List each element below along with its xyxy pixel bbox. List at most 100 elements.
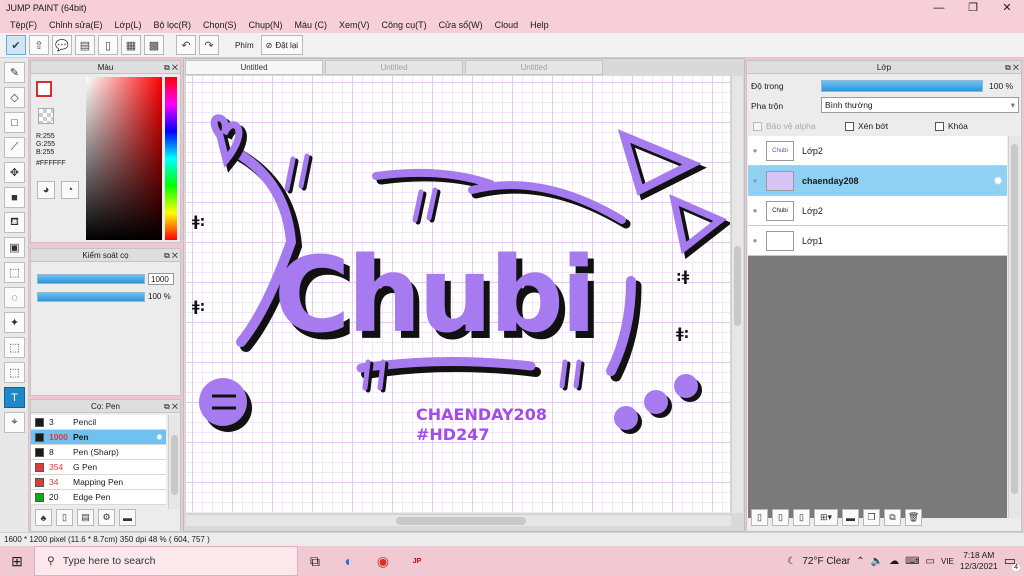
- new-tone-layer-icon[interactable]: ▯: [793, 509, 810, 526]
- comment-icon[interactable]: ▤: [75, 35, 95, 55]
- brush-size-field[interactable]: 1000: [148, 273, 174, 285]
- layer-row-selected[interactable]: ● chaenday208 ✹: [748, 166, 1007, 196]
- brush-size-slider[interactable]: [37, 274, 145, 284]
- panel-controls-icon[interactable]: ⧉ ✕: [164, 61, 178, 74]
- menu-tools[interactable]: Công cụ(T): [376, 20, 433, 30]
- menu-cloud[interactable]: Cloud: [489, 20, 525, 30]
- duplicate-layer-icon[interactable]: ❐: [863, 509, 880, 526]
- move-tool-icon[interactable]: ✥: [4, 162, 25, 183]
- brush-list-scrollbar[interactable]: [168, 415, 180, 509]
- keyboard-icon[interactable]: ⌨: [905, 556, 919, 567]
- protect-alpha-checkbox[interactable]: Bảo vệ alpha: [753, 121, 816, 131]
- undo-icon[interactable]: ↶: [176, 35, 196, 55]
- panel-layout-icon[interactable]: ▦: [121, 35, 141, 55]
- tab-untitled-1[interactable]: Untitled: [185, 60, 323, 75]
- tab-untitled-3[interactable]: Untitled: [465, 60, 603, 75]
- visibility-icon[interactable]: ●: [748, 146, 762, 155]
- chrome-browser-icon[interactable]: ◉: [366, 546, 400, 576]
- chevron-up-icon[interactable]: ⌃: [856, 556, 864, 567]
- brush-item-pencil[interactable]: 3 Pencil: [31, 415, 166, 430]
- menu-window[interactable]: Cửa sổ(W): [433, 20, 489, 30]
- redo-icon[interactable]: ↷: [199, 35, 219, 55]
- language-indicator[interactable]: VIE: [941, 557, 954, 566]
- eraser-tool-icon[interactable]: ◇: [4, 87, 25, 108]
- brush-item-edge-pen[interactable]: 20 Edge Pen: [31, 490, 166, 505]
- brush-item-g-pen[interactable]: 354 G Pen: [31, 460, 166, 475]
- notification-icon[interactable]: ▭ 4: [1004, 553, 1020, 571]
- grid-settings-icon[interactable]: ▩: [144, 35, 164, 55]
- drawing-canvas[interactable]: ǂ::ǂ ǂ: ǂ: Chubi Chubi CHAENDAY208 #HD247: [186, 76, 730, 513]
- menu-filter[interactable]: Bộ lọc(R): [147, 20, 197, 30]
- speaker-icon[interactable]: 🔈: [871, 556, 883, 567]
- new-brush-icon[interactable]: ▯: [56, 509, 73, 526]
- eyedropper-tool-icon[interactable]: ⌖: [4, 412, 25, 433]
- cloud-icon[interactable]: ☁: [889, 556, 899, 567]
- brush-menu-icon[interactable]: ▤: [77, 509, 94, 526]
- palette-icon[interactable]: ◕: [37, 181, 55, 199]
- color-set-icon[interactable]: ◔: [61, 181, 79, 199]
- canvas-horizontal-scrollbar[interactable]: [186, 514, 731, 526]
- tab-untitled-2[interactable]: Untitled: [325, 60, 463, 75]
- menu-view[interactable]: Xem(V): [333, 20, 376, 30]
- layer-row[interactable]: ● Lớp1: [748, 226, 1007, 256]
- add-layer-menu-icon[interactable]: ⊞▾: [814, 509, 838, 526]
- task-view-icon[interactable]: ⧉: [298, 546, 332, 576]
- brush-item-mapping-pen[interactable]: 34 Mapping Pen: [31, 475, 166, 490]
- windows-start-icon[interactable]: ⊞: [0, 546, 34, 576]
- bucket-tool-icon[interactable]: ⛾: [4, 212, 25, 233]
- visibility-icon[interactable]: ●: [748, 176, 762, 185]
- folder-icon[interactable]: ▬: [119, 509, 136, 526]
- merge-layer-icon[interactable]: ⧉: [884, 509, 901, 526]
- canvas-vertical-scrollbar[interactable]: [731, 76, 743, 513]
- menu-file[interactable]: Tệp(F): [4, 20, 43, 30]
- gradient-tool-icon[interactable]: ▣: [4, 237, 25, 258]
- select-eraser-tool-icon[interactable]: ⬚: [4, 362, 25, 383]
- menu-edit[interactable]: Chỉnh sửa(E): [43, 20, 109, 30]
- jump-paint-app-icon[interactable]: JP: [400, 546, 434, 576]
- saturation-value-picker[interactable]: [86, 77, 162, 240]
- gear-icon[interactable]: ✹: [993, 174, 1007, 188]
- new-layer-icon[interactable]: ▯: [751, 509, 768, 526]
- brush-item-pen[interactable]: 1000 Pen ✹: [31, 430, 166, 445]
- layer-list-scrollbar[interactable]: [1008, 136, 1020, 518]
- layer-opacity-slider[interactable]: [821, 80, 983, 92]
- blend-mode-select[interactable]: Bình thường ▾: [821, 97, 1019, 113]
- layer-row[interactable]: ● Chubi Lớp2: [748, 196, 1007, 226]
- fill-rect-tool-icon[interactable]: ■: [4, 187, 25, 208]
- clock[interactable]: 7:18 AM 12/3/2021: [960, 550, 998, 572]
- foreground-color-swatch[interactable]: [36, 81, 52, 97]
- taskbar-search[interactable]: ⚲ Type here to search: [34, 546, 298, 576]
- menu-capture[interactable]: Chụp(N): [243, 20, 289, 30]
- minimize-button[interactable]: —: [922, 0, 956, 16]
- square-tool-icon[interactable]: □: [4, 112, 25, 133]
- panel-controls-icon[interactable]: ⧉ ✕: [164, 400, 178, 413]
- document-icon[interactable]: ▯: [98, 35, 118, 55]
- brush-item-pen-sharp[interactable]: 8 Pen (Sharp): [31, 445, 166, 460]
- menu-layer[interactable]: Lớp(L): [109, 20, 148, 30]
- lock-checkbox[interactable]: Khóa: [935, 121, 968, 131]
- gear-icon[interactable]: ✹: [156, 432, 166, 443]
- maximize-button[interactable]: ❐: [956, 0, 990, 16]
- visibility-icon[interactable]: ●: [748, 206, 762, 215]
- menu-color[interactable]: Màu (C): [289, 20, 334, 30]
- line-tool-icon[interactable]: ⟋: [4, 137, 25, 158]
- text-tool-icon[interactable]: T: [4, 387, 25, 408]
- new-raster-layer-icon[interactable]: ▯: [772, 509, 789, 526]
- close-button[interactable]: ✕: [990, 0, 1024, 16]
- clipping-checkbox[interactable]: Xén bớt: [845, 121, 888, 131]
- select-rect-tool-icon[interactable]: ⬚: [4, 262, 25, 283]
- layer-row[interactable]: ● Chubi Lớp2: [748, 136, 1007, 166]
- brush-opacity-slider[interactable]: [37, 292, 145, 302]
- menu-select[interactable]: Chọn(S): [197, 20, 243, 30]
- chat-icon[interactable]: 💬: [52, 35, 72, 55]
- edge-browser-icon[interactable]: ◐: [332, 546, 366, 576]
- check-icon[interactable]: ✔: [6, 35, 26, 55]
- transparent-color-swatch[interactable]: [38, 108, 54, 124]
- network-icon[interactable]: ▭: [926, 556, 935, 567]
- lasso-tool-icon[interactable]: ◌: [4, 287, 25, 308]
- panel-controls-icon[interactable]: ⧉ ✕: [1005, 61, 1019, 74]
- magic-wand-tool-icon[interactable]: ✦: [4, 312, 25, 333]
- weather-text[interactable]: 72°F Clear: [802, 556, 850, 567]
- select-pen-tool-icon[interactable]: ⬚: [4, 337, 25, 358]
- visibility-icon[interactable]: ●: [748, 236, 762, 245]
